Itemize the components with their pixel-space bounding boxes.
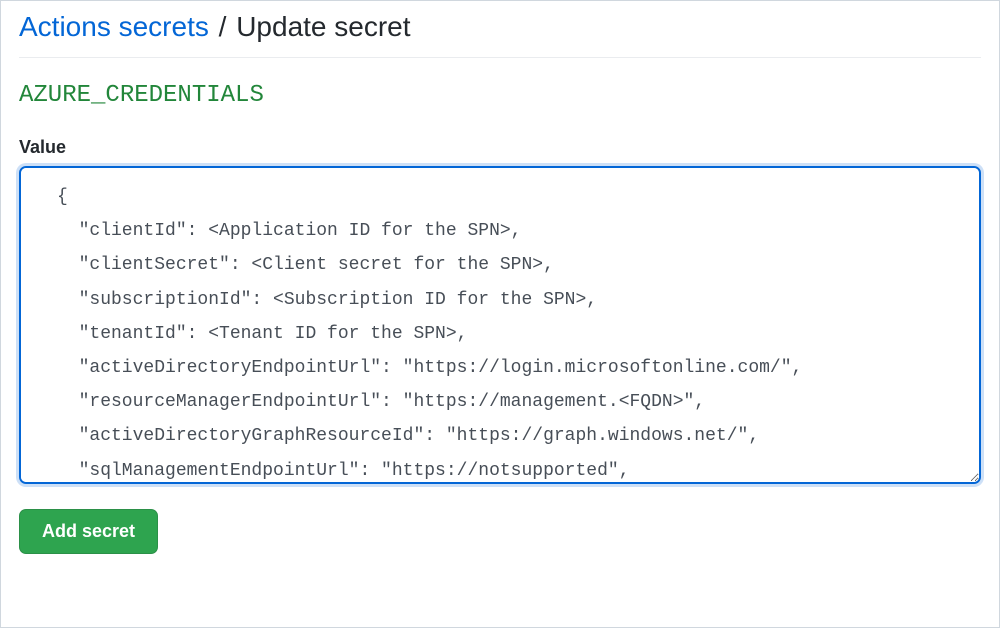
breadcrumb-current: Update secret [236, 11, 410, 42]
breadcrumb: Actions secrets / Update secret [19, 11, 981, 58]
add-secret-button[interactable]: Add secret [19, 509, 158, 554]
breadcrumb-separator: / [219, 11, 227, 42]
textarea-wrapper [19, 166, 981, 489]
secret-value-textarea[interactable] [19, 166, 981, 484]
secret-name: AZURE_CREDENTIALS [19, 82, 981, 109]
breadcrumb-parent-link[interactable]: Actions secrets [19, 11, 209, 42]
page-container: Actions secrets / Update secret AZURE_CR… [1, 1, 999, 572]
value-label: Value [19, 137, 981, 158]
